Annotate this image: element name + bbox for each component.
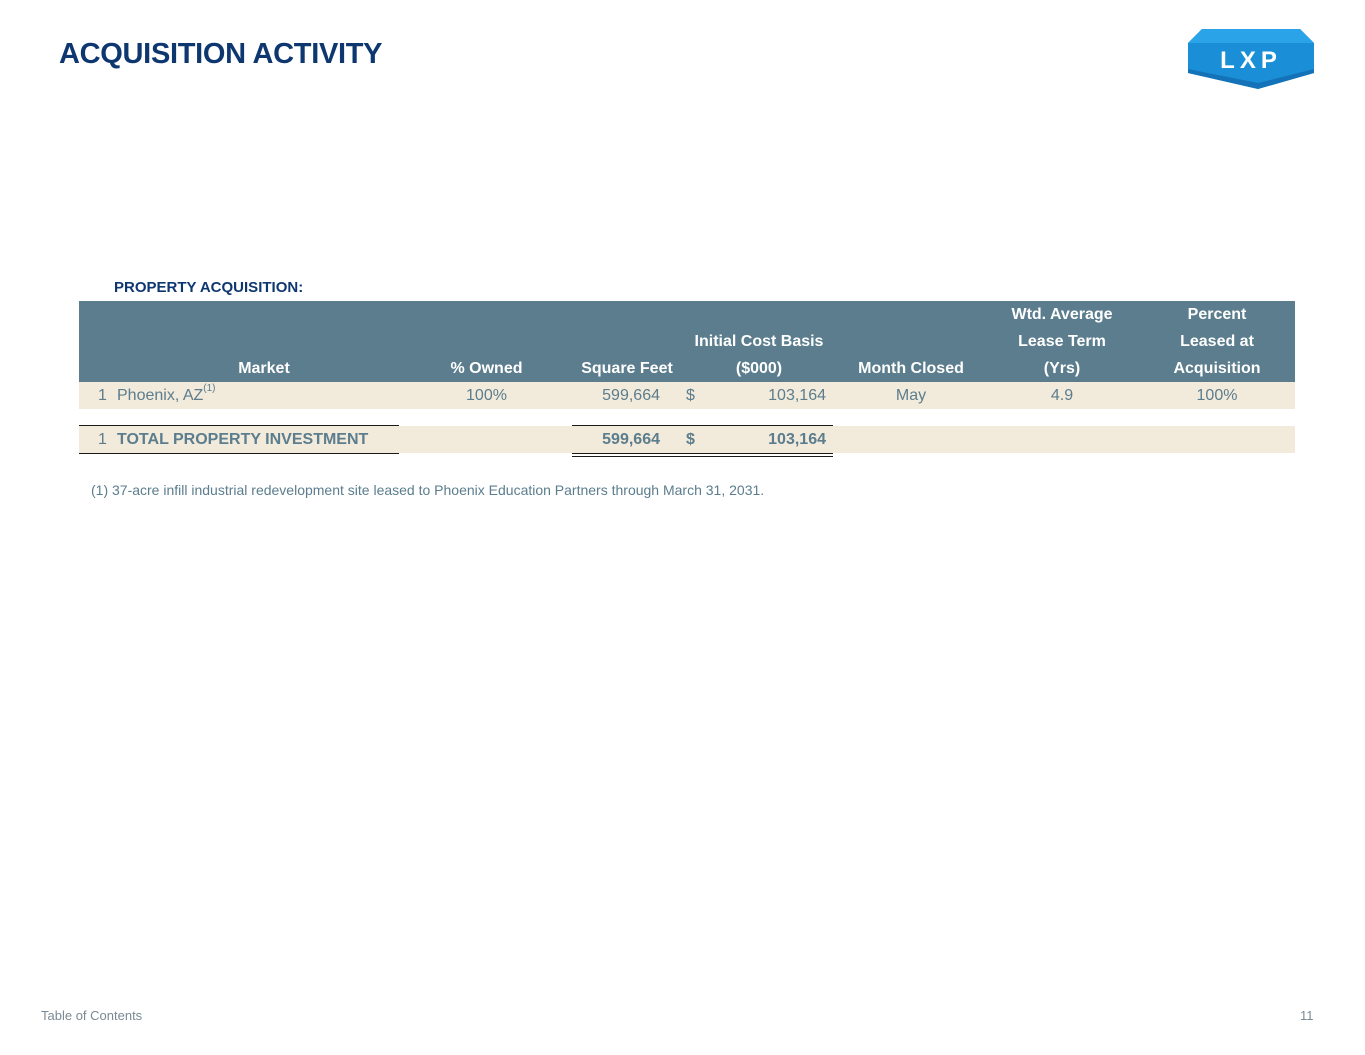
total-row: 1 TOTAL PROPERTY INVESTMENT 599,664 $ 10… [79, 425, 1295, 457]
total-count: 1 [98, 431, 107, 448]
total-sqft: 599,664 [602, 431, 660, 448]
logo-text: LXP [1220, 47, 1282, 74]
footnote-ref: (1) [203, 383, 216, 394]
header-market: Market [238, 360, 290, 377]
acquisition-table: Market % Owned Square Feet Initial Cost … [79, 301, 1295, 457]
lxp-logo: LXP [1188, 29, 1314, 89]
header-owned: % Owned [450, 360, 523, 377]
header-lease-term: Wtd. Average Lease Term (Yrs) [1011, 306, 1113, 377]
row-cost: 103,164 [768, 387, 826, 404]
page-title: ACQUISITION ACTIVITY [59, 38, 383, 70]
row-leased: 100% [1196, 387, 1238, 404]
row-sqft: 599,664 [602, 387, 660, 404]
row-lease-term: 4.9 [1050, 387, 1074, 404]
table-row: 1 Phoenix, AZ(1) 100% 599,664 $ 103,164 … [79, 382, 1295, 409]
section-label: PROPERTY ACQUISITION: [114, 279, 304, 296]
header-cost: Initial Cost Basis ($000) [694, 333, 824, 377]
total-currency: $ [686, 431, 695, 448]
header-month: Month Closed [858, 360, 964, 377]
table-header: Market % Owned Square Feet Initial Cost … [79, 301, 1295, 382]
header-leased: Percent Leased at Acquisition [1173, 306, 1261, 377]
total-label: TOTAL PROPERTY INVESTMENT [117, 431, 369, 448]
page-number: 11 [1300, 1008, 1314, 1023]
row-owned: 100% [466, 387, 507, 404]
total-cost: 103,164 [768, 431, 826, 448]
table-of-contents-link[interactable]: Table of Contents [41, 1008, 142, 1023]
row-currency: $ [686, 387, 695, 404]
header-sqft: Square Feet [581, 360, 673, 377]
row-count: 1 [98, 387, 107, 404]
row-month: May [895, 387, 927, 404]
footnote: (1) 37-acre infill industrial redevelopm… [91, 482, 765, 498]
row-market: Phoenix, AZ(1) [117, 383, 216, 404]
